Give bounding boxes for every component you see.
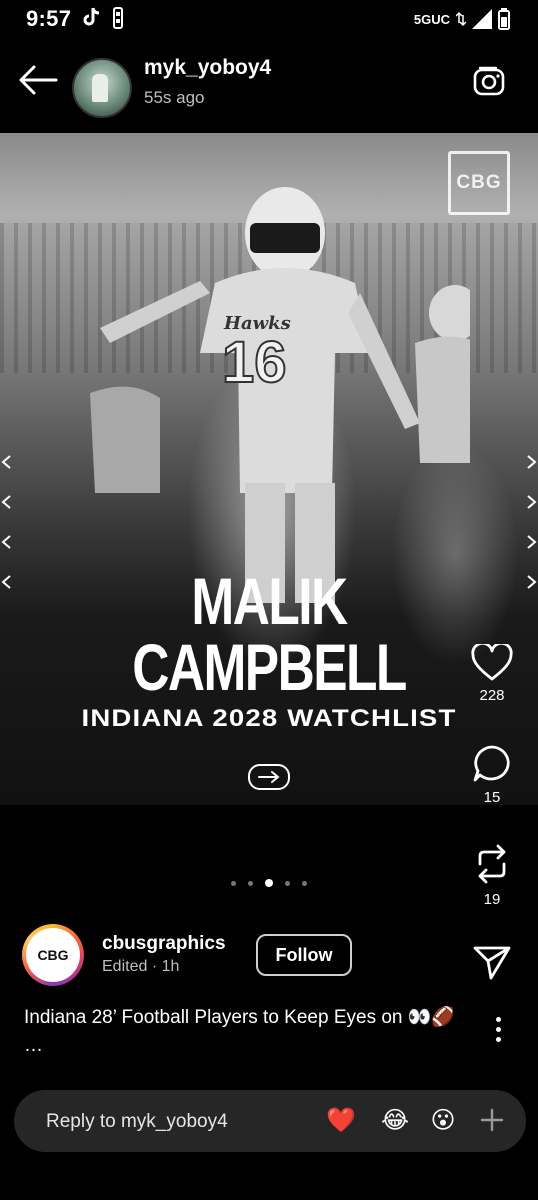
repost-action[interactable]: 19	[466, 842, 518, 908]
reply-bar: ❤️ 😂 😮	[14, 1090, 526, 1152]
username[interactable]: myk_yoboy4	[144, 56, 271, 80]
data-arrows-icon	[456, 11, 466, 27]
emoji-laugh-button[interactable]: 😂	[380, 1106, 410, 1136]
usb-debug-icon	[113, 7, 123, 29]
post-time-ago: 55s ago	[144, 88, 205, 107]
jersey-number: 16	[221, 329, 288, 396]
signal-icon	[472, 9, 492, 29]
share-action[interactable]	[466, 944, 518, 985]
comment-action[interactable]: 15	[466, 744, 518, 806]
post-subheadline: INDIANA 2028 WATCHLIST	[81, 705, 457, 732]
story-header: myk_yoboy4 55s ago	[0, 50, 538, 120]
carousel-dot	[302, 880, 307, 886]
reply-input[interactable]	[44, 1107, 288, 1137]
author-avatar[interactable]: CBG	[22, 924, 84, 986]
chevron-right-icon	[527, 575, 537, 589]
status-bar: 9:57 5GUC	[0, 0, 538, 40]
chevron-left-icon	[1, 535, 11, 549]
comment-icon[interactable]	[472, 744, 512, 784]
chevron-right-icon	[527, 495, 537, 509]
network-type: 5GUC	[413, 11, 450, 27]
like-count: 228	[479, 687, 505, 704]
carousel-dot-active	[265, 879, 273, 887]
chevron-left-icon	[1, 575, 11, 589]
carousel-dot	[285, 880, 290, 886]
carousel-indicator	[0, 876, 538, 890]
user-avatar[interactable]	[72, 58, 132, 118]
tiktok-icon	[83, 7, 100, 26]
chevron-right-icon	[527, 455, 537, 469]
carousel-dot	[248, 880, 253, 886]
emoji-surprised-button[interactable]: 😮	[428, 1106, 458, 1136]
author-avatar-logo: CBG	[26, 928, 80, 982]
repost-count: 19	[483, 891, 501, 908]
heart-icon[interactable]	[471, 641, 513, 682]
avatar-photo	[92, 74, 108, 102]
send-icon[interactable]	[473, 944, 511, 980]
battery-icon	[498, 8, 510, 30]
swipe-arrow-icon	[248, 764, 290, 790]
author-meta: Edited · 1h	[102, 958, 180, 975]
post-headline: MALIK CAMPBELL	[132, 564, 407, 704]
carousel-dot	[231, 880, 236, 886]
plus-icon[interactable]	[478, 1106, 506, 1134]
more-options-icon[interactable]	[496, 1017, 502, 1047]
emoji-heart-button[interactable]: ❤️	[326, 1106, 356, 1136]
cbg-logo: CBG	[448, 151, 510, 215]
author-name[interactable]: cbusgraphics	[102, 933, 226, 955]
camera-icon[interactable]	[472, 64, 508, 98]
post-caption[interactable]: Indiana 28’ Football Players to Keep Eye…	[24, 1004, 464, 1060]
post-image[interactable]: Hawks 16 CBG MALIK CAMPBELL INDIANA 2028…	[0, 133, 538, 805]
chevron-right-icon	[527, 535, 537, 549]
chevron-left-icon	[1, 495, 11, 509]
status-time: 9:57	[26, 6, 72, 31]
back-arrow-icon[interactable]	[18, 64, 58, 96]
like-action[interactable]: 228	[466, 641, 518, 704]
chevron-left-icon	[1, 455, 11, 469]
comment-count: 15	[483, 789, 501, 806]
follow-button[interactable]: Follow	[256, 934, 352, 976]
